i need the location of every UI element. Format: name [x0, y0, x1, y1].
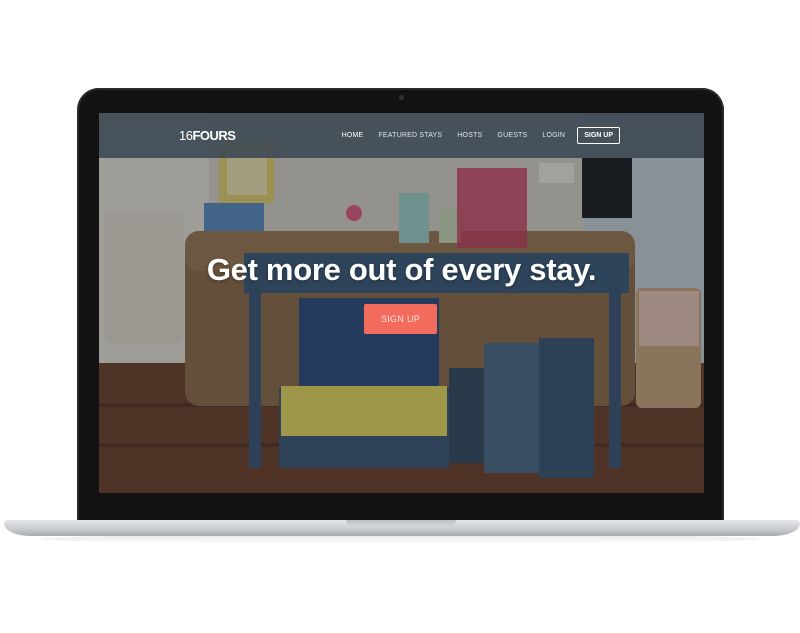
- nav-signup-button[interactable]: SIGN UP: [577, 127, 620, 144]
- laptop-notch: [346, 520, 456, 527]
- logo-word: FOURS: [192, 128, 236, 143]
- nav-item-login[interactable]: LOGIN: [542, 132, 565, 139]
- nav-item-featured-stays[interactable]: FEATURED STAYS: [378, 132, 442, 139]
- nav-item-hosts[interactable]: HOSTS: [457, 132, 482, 139]
- nav-item-guests[interactable]: GUESTS: [497, 132, 527, 139]
- laptop-screen: 16FOURS HOME FEATURED STAYS HOSTS GUESTS…: [99, 113, 704, 493]
- hero-overlay: [99, 113, 704, 493]
- webcam: [398, 95, 404, 100]
- logo-number: 16: [179, 128, 193, 143]
- hero-signup-button[interactable]: SIGN UP: [364, 304, 437, 334]
- site-logo[interactable]: 16FOURS: [179, 128, 236, 143]
- hero-headline: Get more out of every stay.: [206, 252, 597, 287]
- nav-item-home[interactable]: HOME: [342, 132, 364, 139]
- nav-links: HOME FEATURED STAYS HOSTS GUESTS LOGIN S…: [327, 127, 620, 144]
- top-navbar: 16FOURS HOME FEATURED STAYS HOSTS GUESTS…: [99, 113, 704, 158]
